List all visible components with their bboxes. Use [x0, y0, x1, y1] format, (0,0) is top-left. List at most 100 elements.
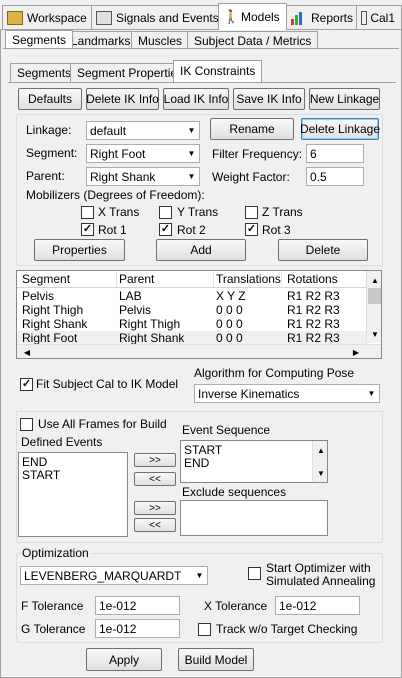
tab-cal[interactable]: Cal1 — [356, 5, 402, 29]
z-trans-checkbox[interactable] — [245, 206, 258, 219]
g-tolerance-label: G Tolerance — [21, 622, 86, 636]
x-trans-checkbox[interactable] — [81, 206, 94, 219]
innertab-segments[interactable]: Segments — [10, 63, 79, 82]
fit-subject-checkbox[interactable]: ✓ — [20, 378, 33, 391]
x-tolerance-input[interactable]: 1e-012 — [275, 596, 360, 615]
fit-subject-label: Fit Subject Cal to IK Model — [36, 377, 179, 391]
mobilizers-label: Mobilizers (Degrees of Freedom): — [26, 188, 205, 202]
tab-reports[interactable]: Reports — [286, 5, 361, 29]
subtab-segments[interactable]: Segments — [5, 30, 74, 48]
track-label: Track w/o Target Checking — [216, 622, 358, 636]
innertab-line — [8, 82, 396, 83]
linkage-label: Linkage: — [26, 123, 72, 137]
add-exclude-button[interactable]: >> — [134, 501, 176, 515]
segment-select[interactable]: Right Foot ▼ — [86, 144, 200, 163]
apply-button[interactable]: Apply — [86, 648, 162, 671]
workspace-icon — [7, 10, 23, 25]
scroll-down-icon[interactable]: ▼ — [313, 466, 327, 480]
defined-events-list[interactable]: END START — [18, 452, 128, 537]
scroll-down-icon[interactable]: ▼ — [367, 327, 381, 341]
use-all-frames-label: Use All Frames for Build — [38, 417, 167, 431]
track-checkbox[interactable] — [198, 623, 211, 636]
table-row[interactable]: Right Thigh Pelvis 0 0 0 R1 R2 R3 — [17, 303, 367, 317]
subtab-muscles[interactable]: Muscles — [131, 31, 190, 48]
col-parent[interactable]: Parent — [119, 272, 214, 287]
weight-factor-input[interactable]: 0.5 — [306, 167, 364, 186]
rot3-label: Rot 3 — [262, 223, 291, 237]
algorithm-label: Algorithm for Computing Pose — [194, 366, 355, 380]
algorithm-select[interactable]: Inverse Kinematics ▼ — [194, 384, 380, 403]
table-row[interactable]: Pelvis LAB X Y Z R1 R2 R3 — [17, 289, 367, 303]
table-header: Segment Parent Translations Rotations — [17, 271, 381, 288]
rot2-label: Rot 2 — [177, 223, 206, 237]
exclude-sequences-label: Exclude sequences — [182, 485, 287, 499]
cal-icon — [361, 10, 368, 25]
col-translations[interactable]: Translations — [216, 272, 282, 287]
save-ik-info-button[interactable]: Save IK Info — [233, 88, 305, 110]
f-tolerance-input[interactable]: 1e-012 — [95, 596, 180, 615]
z-trans-label: Z Trans — [262, 205, 303, 219]
tab-workspace[interactable]: Workspace — [2, 5, 94, 29]
delete-ik-info-button[interactable]: Delete IK Info — [86, 88, 159, 110]
event-sequence-list[interactable]: START END ▲ ▼ — [180, 440, 328, 483]
parent-select[interactable]: Right Shank ▼ — [86, 167, 200, 186]
rot1-checkbox[interactable]: ✓ — [81, 223, 94, 236]
chevron-down-icon: ▼ — [183, 145, 199, 162]
add-event-button[interactable]: >> — [134, 453, 176, 467]
scroll-up-icon[interactable]: ▲ — [313, 443, 327, 457]
use-all-frames-checkbox[interactable] — [20, 418, 33, 431]
list-item[interactable]: END — [22, 455, 47, 469]
list-item[interactable]: START — [184, 443, 222, 457]
table-row[interactable]: Right Shank Right Thigh 0 0 0 R1 R2 R3 — [17, 317, 367, 331]
start-optimizer-checkbox[interactable] — [248, 567, 261, 580]
defined-events-label: Defined Events — [21, 435, 103, 449]
tab-signals[interactable]: Signals and Events — [91, 5, 226, 29]
build-model-button[interactable]: Build Model — [178, 648, 254, 671]
load-ik-info-button[interactable]: Load IK Info — [163, 88, 229, 110]
y-trans-label: Y Trans — [177, 205, 219, 219]
subtab-landmarks[interactable]: Landmarks — [64, 31, 138, 48]
filter-frequency-input[interactable]: 6 — [306, 144, 364, 163]
subtab-subject-data[interactable]: Subject Data / Metrics — [187, 31, 319, 48]
col-segment[interactable]: Segment — [22, 272, 117, 287]
exclude-sequences-list[interactable] — [180, 500, 328, 536]
table-row-selected[interactable]: Right Foot Right Shank 0 0 0 R1 R2 R3 — [17, 331, 367, 345]
properties-button[interactable]: Properties — [34, 239, 125, 261]
reports-icon — [291, 11, 307, 25]
scroll-up-icon[interactable]: ▲ — [367, 273, 381, 287]
optimization-title: Optimization — [20, 546, 91, 560]
new-linkage-button[interactable]: New Linkage — [309, 88, 380, 110]
scroll-right-icon[interactable]: ▶ — [348, 345, 364, 358]
filter-frequency-label: Filter Frequency: — [212, 147, 303, 161]
list-item[interactable]: START — [22, 468, 60, 482]
rot3-checkbox[interactable]: ✓ — [245, 223, 258, 236]
chevron-down-icon: ▼ — [183, 168, 199, 185]
defaults-button[interactable]: Defaults — [18, 88, 82, 110]
y-trans-checkbox[interactable] — [159, 206, 172, 219]
chevron-down-icon: ▼ — [183, 122, 199, 139]
remove-exclude-button[interactable]: << — [134, 518, 176, 532]
x-tolerance-label: X Tolerance — [204, 599, 268, 613]
scroll-thumb[interactable] — [368, 288, 381, 304]
innertab-ik-constraints[interactable]: IK Constraints — [173, 60, 263, 82]
linkage-select[interactable]: default ▼ — [86, 121, 200, 140]
tab-models[interactable]: 🚶 Models — [218, 3, 287, 30]
parent-label: Parent: — [26, 169, 65, 183]
scroll-left-icon[interactable]: ◀ — [19, 345, 35, 358]
segment-table[interactable]: Segment Parent Translations Rotations Pe… — [16, 270, 382, 359]
sequence-vscroll[interactable]: ▲ ▼ — [312, 441, 327, 482]
add-button[interactable]: Add — [156, 239, 246, 261]
rename-button[interactable]: Rename — [210, 118, 294, 140]
table-hscroll[interactable]: ◀ ▶ — [17, 344, 381, 358]
rot1-label: Rot 1 — [98, 223, 127, 237]
models-icon: 🚶 — [223, 9, 240, 24]
remove-event-button[interactable]: << — [134, 472, 176, 486]
table-vscroll[interactable]: ▲ ▼ — [366, 271, 381, 343]
list-item[interactable]: END — [184, 456, 209, 470]
g-tolerance-input[interactable]: 1e-012 — [95, 619, 180, 638]
delete-button[interactable]: Delete — [278, 239, 368, 261]
col-rotations[interactable]: Rotations — [287, 272, 338, 286]
rot2-checkbox[interactable]: ✓ — [159, 223, 172, 236]
delete-linkage-button[interactable]: Delete Linkage — [300, 118, 380, 140]
optimization-method-select[interactable]: LEVENBERG_MARQUARDT ▼ — [20, 566, 208, 585]
